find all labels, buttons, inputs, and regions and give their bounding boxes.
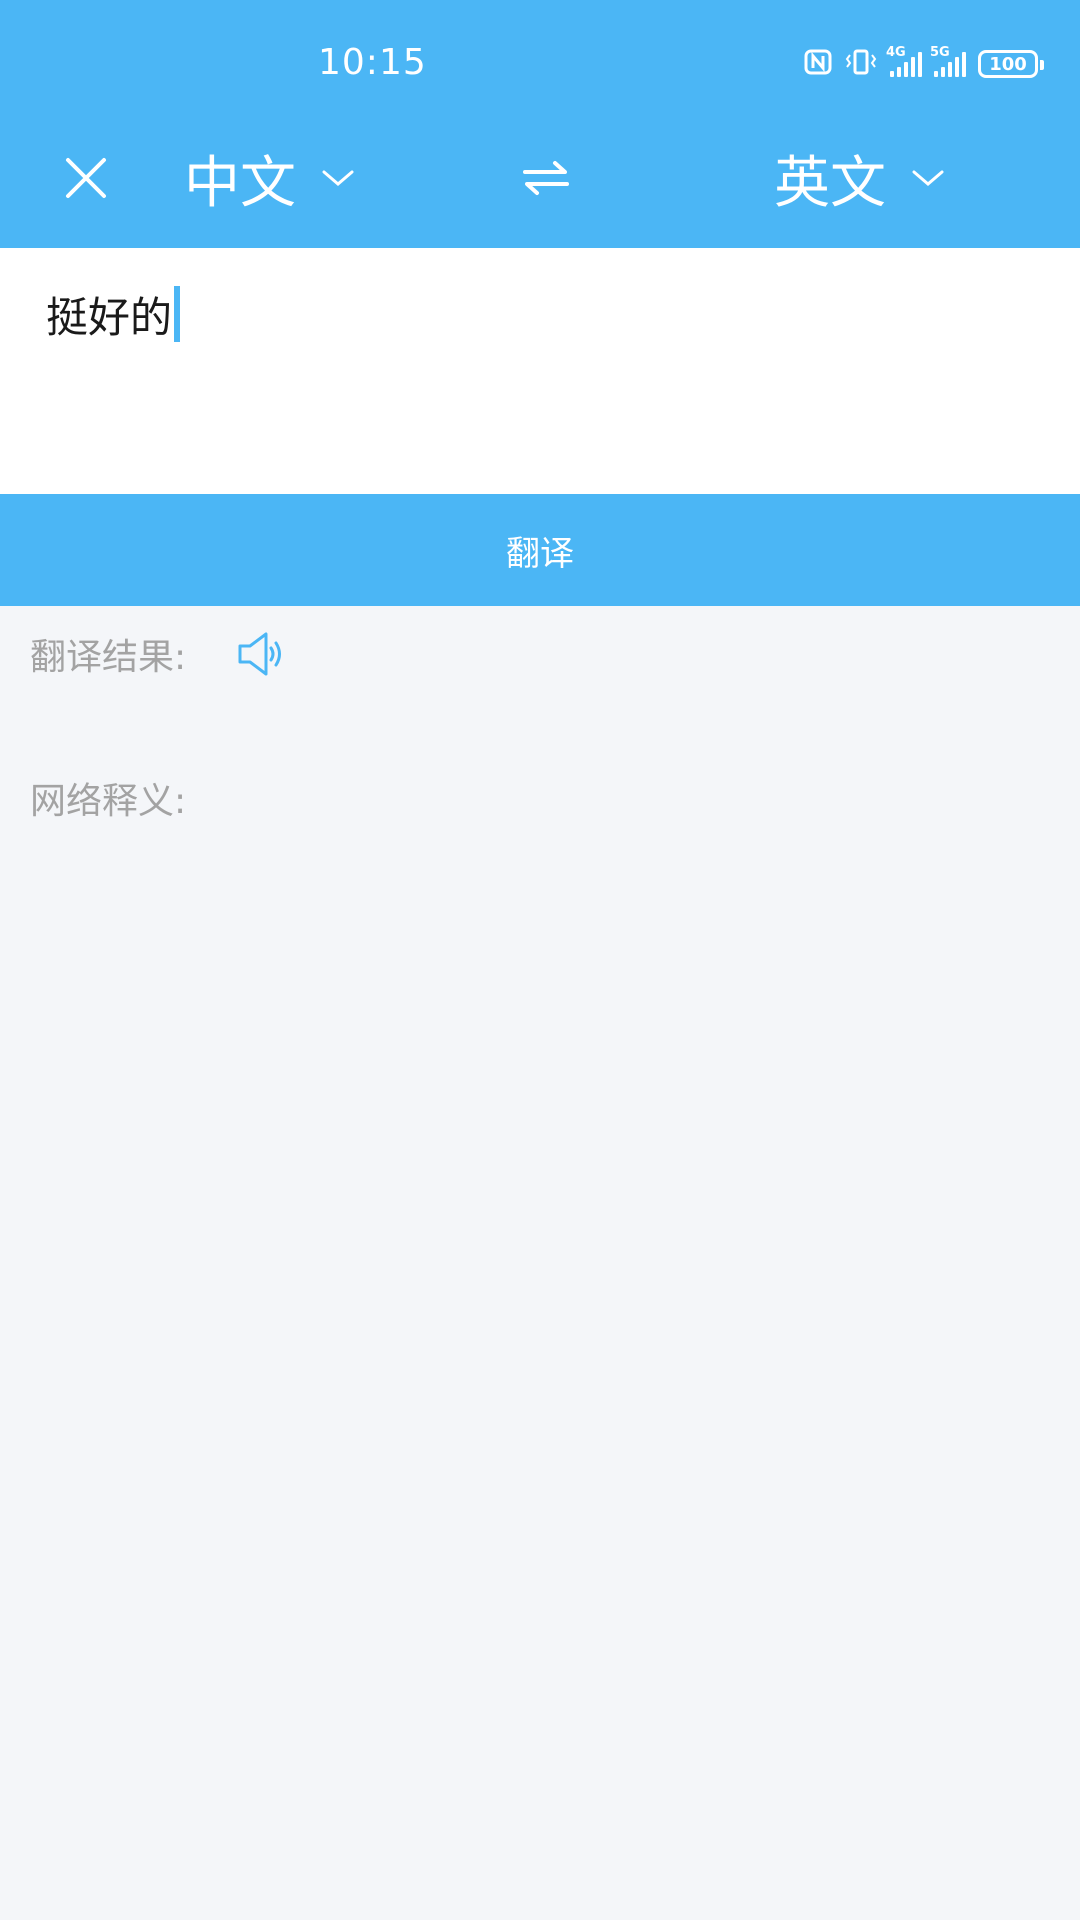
nfc-icon	[804, 49, 832, 80]
chevron-down-icon	[912, 170, 944, 186]
battery-level: 100	[989, 53, 1027, 75]
chevron-down-icon	[322, 170, 354, 186]
play-audio-button[interactable]	[236, 630, 286, 678]
status-icons: 4G 5G 100	[804, 45, 1044, 82]
swap-arrows-icon	[523, 161, 569, 195]
swap-languages-button[interactable]	[520, 152, 572, 204]
header-bar: 10:15 4G 5G 100 中文 英文	[0, 0, 1080, 248]
target-language-label: 英文	[774, 150, 886, 216]
text-input-area[interactable]: 挺好的	[0, 248, 1080, 494]
close-button[interactable]	[56, 148, 116, 208]
source-language-selector[interactable]: 中文	[184, 140, 354, 216]
source-text-input[interactable]: 挺好的	[46, 286, 181, 342]
close-icon	[66, 158, 106, 198]
signal-5g-icon: 5G	[930, 45, 966, 77]
web-meaning-label: 网络释义:	[30, 781, 187, 822]
network-type-1: 4G	[886, 45, 906, 60]
source-language-label: 中文	[184, 150, 296, 216]
translate-button[interactable]: 翻译	[0, 494, 1080, 606]
speaker-icon	[238, 632, 281, 676]
vibrate-icon	[844, 49, 878, 80]
target-language-selector[interactable]: 英文	[774, 140, 944, 216]
translation-result-label: 翻译结果:	[30, 637, 187, 678]
source-text-value: 挺好的	[46, 292, 173, 342]
battery-icon: 100	[978, 50, 1044, 78]
status-time: 10:15	[318, 42, 427, 83]
network-type-2: 5G	[930, 45, 950, 60]
signal-4g-icon: 4G	[886, 45, 922, 77]
text-cursor	[174, 286, 181, 342]
